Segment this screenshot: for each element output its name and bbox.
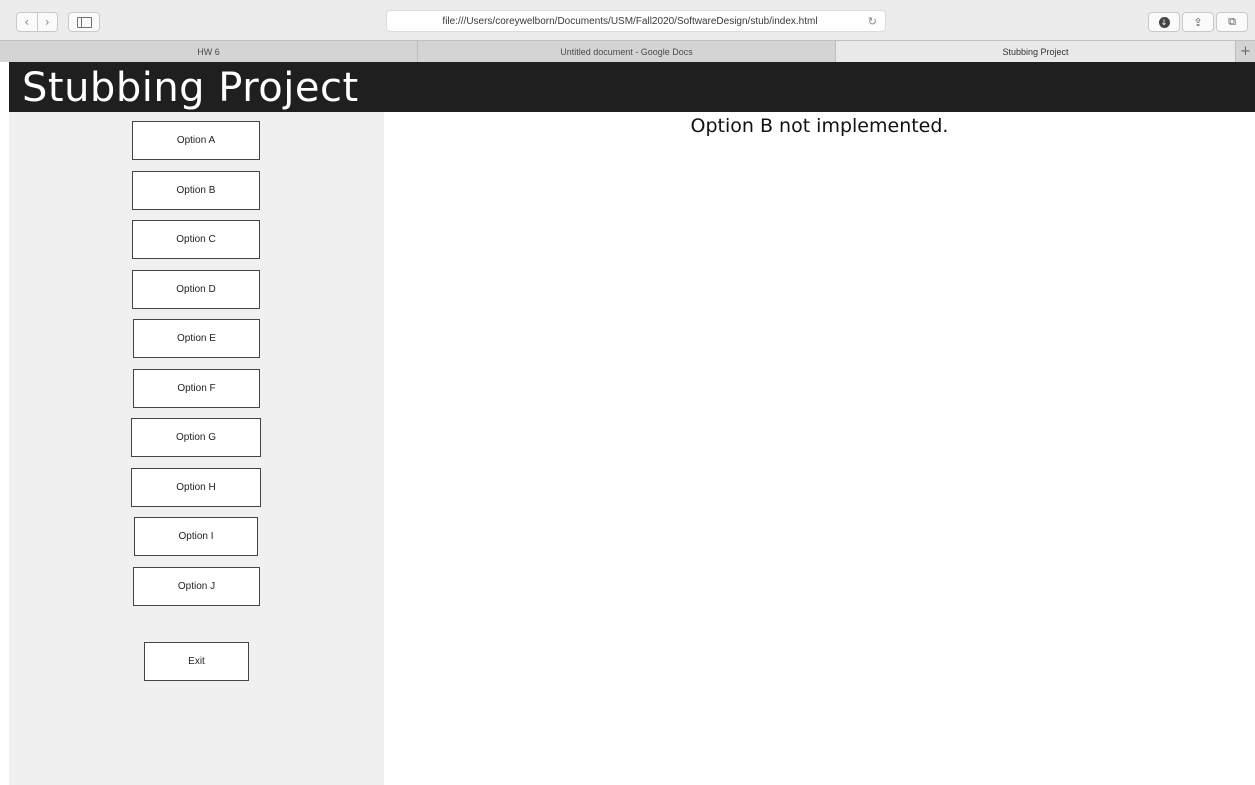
option-j-button[interactable]: Option J xyxy=(133,567,260,606)
tab-stubbing-project[interactable]: Stubbing Project xyxy=(836,41,1236,62)
options-panel: Option A Option B Option C Option D Opti… xyxy=(9,112,384,785)
page-title: Stubbing Project xyxy=(22,65,359,111)
browser-toolbar: ‹ › file:///Users/coreywelborn/Documents… xyxy=(0,0,1255,40)
tab-bar: HW 6 Untitled document - Google Docs Stu… xyxy=(0,40,1255,62)
plus-icon[interactable]: + xyxy=(1236,41,1255,62)
download-button[interactable]: ↓ xyxy=(1148,12,1180,32)
url-text: file:///Users/coreywelborn/Documents/USM… xyxy=(442,15,818,27)
address-bar[interactable]: file:///Users/coreywelborn/Documents/USM… xyxy=(386,10,886,32)
option-f-button[interactable]: Option F xyxy=(133,369,260,408)
share-icon[interactable]: ⇪ xyxy=(1182,12,1214,32)
page-header: Stubbing Project xyxy=(9,62,1255,112)
download-icon: ↓ xyxy=(1158,16,1170,28)
option-d-button[interactable]: Option D xyxy=(132,270,260,309)
option-i-button[interactable]: Option I xyxy=(134,517,258,556)
option-g-button[interactable]: Option G xyxy=(131,418,261,457)
option-h-button[interactable]: Option H xyxy=(131,468,261,507)
option-a-button[interactable]: Option A xyxy=(132,121,260,160)
forward-icon[interactable]: › xyxy=(36,13,58,31)
back-icon[interactable]: ‹ xyxy=(17,13,37,31)
tab-hw6[interactable]: HW 6 xyxy=(0,41,418,62)
option-b-button[interactable]: Option B xyxy=(132,171,260,210)
reload-icon[interactable]: ↻ xyxy=(868,15,877,28)
option-c-button[interactable]: Option C xyxy=(132,220,260,259)
nav-buttons: ‹ › xyxy=(16,12,58,32)
exit-button[interactable]: Exit xyxy=(144,642,249,681)
sidebar-toggle-button[interactable] xyxy=(68,12,100,32)
status-message: Option B not implemented. xyxy=(690,115,949,137)
content-area: Option B not implemented. xyxy=(384,112,1255,785)
option-e-button[interactable]: Option E xyxy=(133,319,260,358)
sidebar-icon xyxy=(76,16,92,28)
tabs-overview-icon[interactable]: ⧉ xyxy=(1216,12,1248,32)
tab-google-docs[interactable]: Untitled document - Google Docs xyxy=(418,41,836,62)
